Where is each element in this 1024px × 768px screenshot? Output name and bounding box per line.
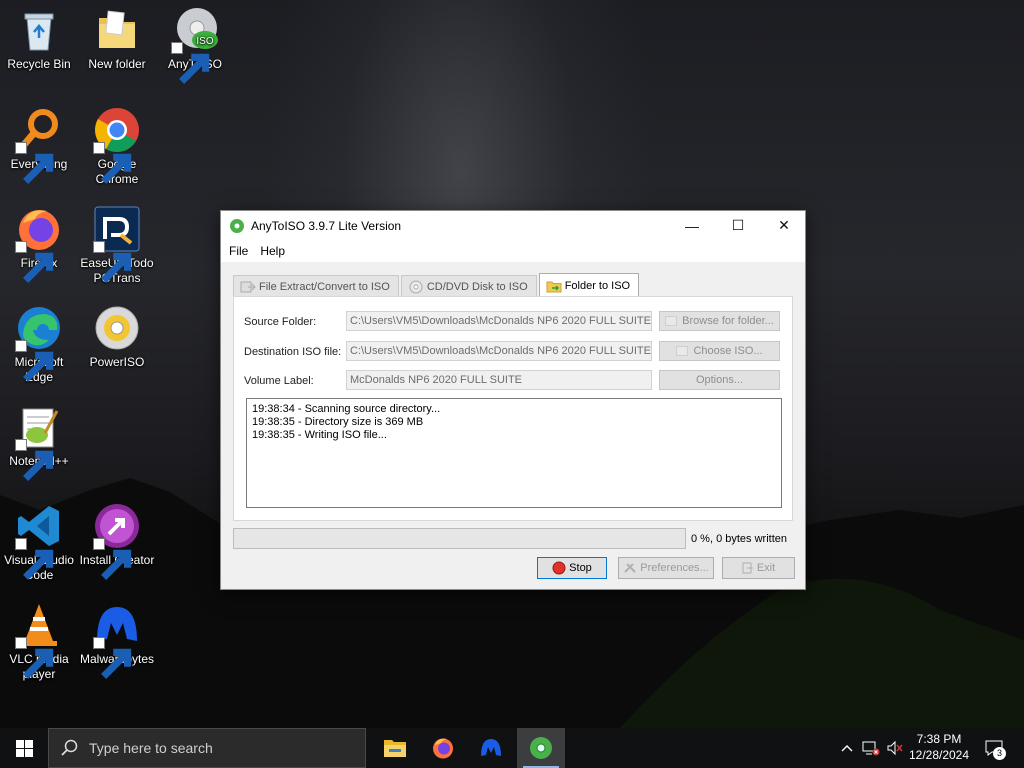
destination-label: Destination ISO file: <box>244 346 342 358</box>
shortcut-arrow-icon <box>93 142 132 184</box>
poweriso-icon <box>95 306 139 350</box>
anytoiso-icon <box>530 737 552 759</box>
stop-icon <box>552 561 566 575</box>
source-folder-label: Source Folder: <box>244 316 317 328</box>
shortcut-arrow-icon <box>171 42 210 84</box>
chevron-up-icon <box>841 745 853 752</box>
minimize-icon: — <box>685 217 699 234</box>
desktop-icon-firefox[interactable]: Firefox <box>0 205 78 283</box>
menu-bar: File Help <box>221 240 805 262</box>
tab-cd-dvd[interactable]: CD/DVD Disk to ISO <box>400 275 537 297</box>
shortcut-arrow-icon <box>15 241 54 283</box>
start-button[interactable] <box>0 728 48 768</box>
taskbar-app-file-explorer[interactable] <box>371 728 419 768</box>
network-status[interactable] <box>860 728 882 768</box>
shortcut-arrow-icon <box>15 637 54 679</box>
stop-button[interactable]: Stop <box>537 557 607 579</box>
exit-icon <box>742 562 753 574</box>
log-line: 19:38:34 - Scanning source directory... <box>252 403 441 415</box>
desktop-icon-poweriso[interactable]: PowerISO <box>78 304 156 370</box>
title-bar[interactable]: AnyToISO 3.9.7 Lite Version — ☐ ✕ <box>221 211 805 240</box>
desktop-icon-malwarebytes[interactable]: Malwarebytes <box>78 601 156 679</box>
close-icon: ✕ <box>778 217 790 233</box>
anytoiso-window: AnyToISO 3.9.7 Lite Version — ☐ ✕ File H… <box>220 210 806 590</box>
maximize-icon: ☐ <box>731 217 745 233</box>
network-disconnected-icon <box>862 741 880 756</box>
progress-bar <box>233 528 686 549</box>
desktop-icon-recycle-bin[interactable]: Recycle Bin <box>0 6 78 72</box>
tools-icon <box>624 563 636 573</box>
desktop-icon-install-creator[interactable]: Install Creator <box>78 502 156 580</box>
preferences-button[interactable]: Preferences... <box>618 557 714 579</box>
windows-logo-icon <box>15 739 33 757</box>
desktop-icon-edge[interactable]: Microsoft Edge <box>0 304 78 385</box>
minimize-button[interactable]: — <box>669 211 715 240</box>
desktop-icon-notepadpp[interactable]: Notepad++ <box>0 403 78 481</box>
shortcut-arrow-icon <box>15 538 54 580</box>
destination-iso-field[interactable]: C:\Users\VM5\Downloads\McDonalds NP6 202… <box>346 341 652 361</box>
taskbar-search-box[interactable]: Type here to search <box>48 728 366 768</box>
folder-icon <box>665 316 678 326</box>
desktop-icon-vlc[interactable]: VLC media player <box>0 601 78 682</box>
tab-folder-to-iso[interactable]: Folder to ISO <box>538 273 640 297</box>
shortcut-arrow-icon <box>93 637 132 679</box>
browse-folder-button[interactable]: Browse for folder... <box>659 311 780 331</box>
shortcut-arrow-icon <box>93 538 132 580</box>
folder-icon <box>99 10 135 48</box>
choose-iso-button[interactable]: Choose ISO... <box>659 341 780 361</box>
desktop-icon-label: New folder <box>88 57 146 71</box>
shortcut-arrow-icon <box>93 241 132 283</box>
menu-file[interactable]: File <box>223 244 254 258</box>
notification-count-badge: 3 <box>993 747 1006 760</box>
disc-icon <box>409 280 423 293</box>
anytoiso-icon <box>230 218 244 233</box>
desktop-icon-label: Recycle Bin <box>7 57 71 71</box>
taskbar-app-malwarebytes[interactable] <box>467 728 515 768</box>
tab-file-extract[interactable]: File Extract/Convert to ISO <box>233 275 399 297</box>
desktop-icon-new-folder[interactable]: New folder <box>78 6 156 72</box>
firefox-icon <box>433 738 453 759</box>
desktop-icon-chrome[interactable]: Google Chrome <box>78 106 156 187</box>
malwarebytes-icon <box>481 739 501 756</box>
source-folder-field[interactable]: C:\Users\VM5\Downloads\McDonalds NP6 202… <box>346 311 652 331</box>
menu-help[interactable]: Help <box>254 244 291 258</box>
clock-time: 7:38 PM <box>916 732 962 746</box>
volume-label-label: Volume Label: <box>244 375 314 387</box>
search-placeholder: Type here to search <box>89 740 213 756</box>
folder-to-iso-panel: Source Folder: C:\Users\VM5\Downloads\Mc… <box>233 296 793 521</box>
shortcut-arrow-icon <box>15 439 54 481</box>
options-button[interactable]: Options... <box>659 370 780 390</box>
taskbar-clock[interactable]: 7:38 PM 12/28/2024 <box>900 731 978 763</box>
file-extract-icon <box>240 281 256 292</box>
desktop-icon-anytoiso[interactable]: ISO AnyToISO <box>156 6 234 84</box>
log-line: 19:38:35 - Directory size is 369 MB <box>252 416 424 428</box>
log-output[interactable]: 19:38:34 - Scanning source directory... … <box>246 398 782 508</box>
desktop-icon-everything[interactable]: Everything <box>0 106 78 184</box>
window-title: AnyToISO 3.9.7 Lite Version <box>251 218 402 233</box>
show-hidden-icons-button[interactable] <box>838 728 856 768</box>
desktop-icon-label: PowerISO <box>89 355 145 369</box>
shortcut-arrow-icon <box>15 142 54 184</box>
desktop-icon-easeus[interactable]: EaseUS Todo PCTrans <box>78 205 156 286</box>
exit-button[interactable]: Exit <box>722 557 795 579</box>
search-icon <box>61 739 78 756</box>
log-line: 19:38:35 - Writing ISO file... <box>252 429 387 441</box>
taskbar-app-anytoiso[interactable] <box>517 728 565 768</box>
desktop-icon-vscode[interactable]: Visual Studio Code <box>0 502 78 583</box>
volume-label-field[interactable]: McDonalds NP6 2020 FULL SUITE <box>346 370 652 390</box>
notification-center-button[interactable]: 3 <box>980 728 1008 768</box>
folder-arrow-icon <box>546 281 562 292</box>
maximize-button[interactable]: ☐ <box>715 211 761 240</box>
taskbar-app-firefox[interactable] <box>419 728 467 768</box>
clock-date: 12/28/2024 <box>908 748 970 762</box>
shortcut-arrow-icon <box>15 340 54 382</box>
progress-text: 0 %, 0 bytes written <box>691 533 787 545</box>
folder-icon <box>676 346 689 356</box>
recycle-bin-icon <box>24 13 54 51</box>
close-button[interactable]: ✕ <box>761 211 807 240</box>
file-explorer-icon <box>384 740 406 757</box>
tab-strip: File Extract/Convert to ISO CD/DVD Disk … <box>233 273 641 297</box>
